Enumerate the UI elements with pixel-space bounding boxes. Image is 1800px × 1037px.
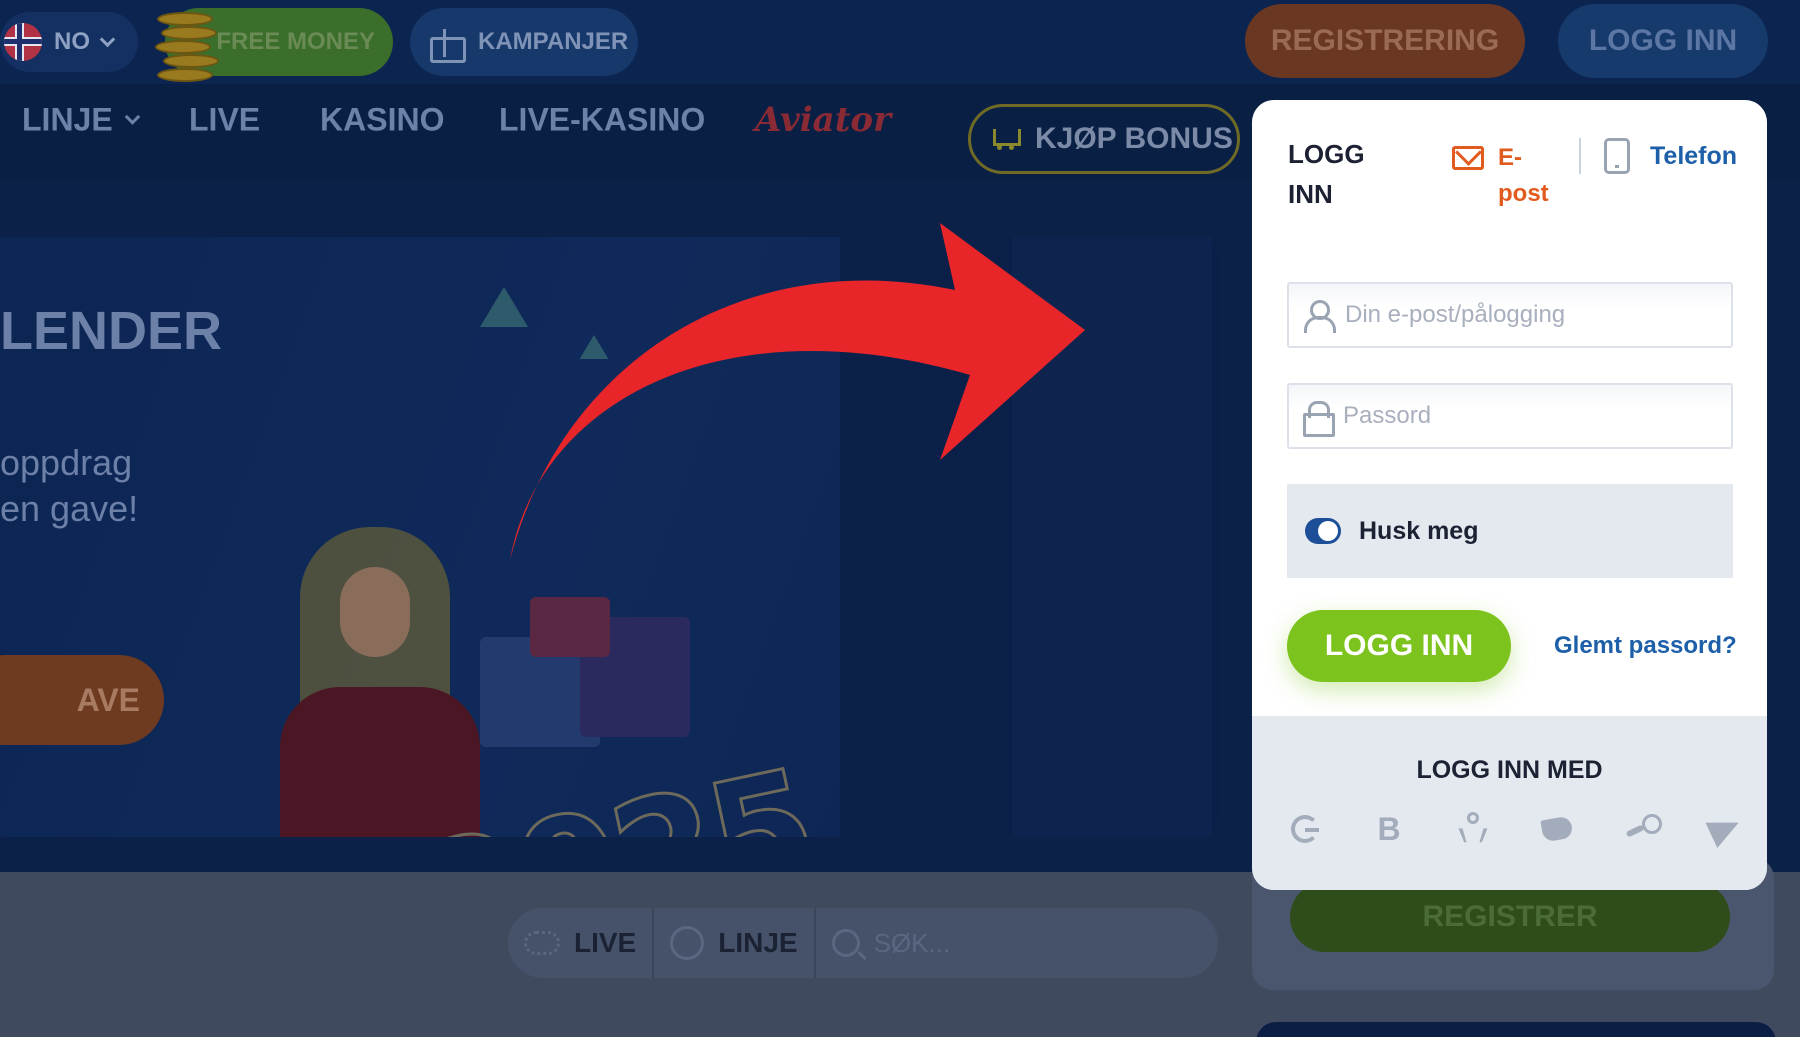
tab-phone[interactable]: Telefon — [1604, 138, 1737, 174]
banner-text: oppdrag en gave! — [0, 440, 138, 532]
register-button-bottom[interactable]: REGISTRER — [1290, 882, 1730, 952]
nav-item-casino[interactable]: KASINO — [320, 102, 444, 139]
banner-text-line: en gave! — [0, 488, 139, 529]
register-button-top[interactable]: REGISTRERING — [1245, 4, 1525, 78]
top-bar: NO FREE MONEY KAMPANJER REGISTRERING LOG… — [0, 0, 1800, 84]
filter-line-label: LINJE — [718, 927, 798, 958]
phone-icon — [1604, 138, 1630, 174]
coins-icon — [147, 2, 227, 88]
buy-bonus-button[interactable]: KJØP BONUS — [968, 104, 1240, 174]
free-money-button[interactable]: FREE MONEY — [155, 8, 393, 82]
tab-phone-label: Telefon — [1650, 141, 1738, 170]
tab-email[interactable]: E-post — [1452, 140, 1552, 212]
nav-item-aviator[interactable]: Aviator — [755, 100, 891, 140]
tab-email-label: E-post — [1498, 144, 1549, 207]
telegram-icon[interactable] — [1705, 809, 1745, 849]
free-money-label: FREE MONEY — [216, 28, 375, 55]
odnoklassniki-icon[interactable] — [1456, 812, 1490, 846]
twitter-icon[interactable] — [1540, 812, 1574, 846]
remember-me-row[interactable]: Husk meg — [1287, 484, 1733, 578]
login-submit-button[interactable]: LOGG INN — [1287, 610, 1511, 682]
mail-icon — [1452, 146, 1484, 170]
red-arrow-annotation — [510, 223, 1085, 560]
forgot-password-link[interactable]: Glemt passord? — [1554, 632, 1737, 660]
chevron-down-icon — [99, 31, 116, 47]
social-login-title: LOGG INN MED — [1416, 756, 1603, 784]
buy-bonus-label: KJØP BONUS — [1035, 122, 1233, 155]
login-title: LOGG INN — [1288, 139, 1365, 209]
banner-cta-button[interactable]: AVE — [0, 655, 164, 745]
filter-line[interactable]: LINJE — [652, 908, 813, 978]
language-code: NO — [54, 28, 90, 55]
password-field[interactable] — [1287, 383, 1733, 449]
campaigns-label: KAMPANJER — [478, 28, 629, 55]
nav-item-live[interactable]: LIVE — [189, 102, 260, 139]
banner-title: LENDER — [0, 301, 223, 361]
user-icon — [1303, 300, 1336, 333]
login-button-top[interactable]: LOGG INN — [1558, 4, 1768, 78]
language-selector[interactable]: NO — [0, 12, 138, 72]
bottom-panel — [1256, 1022, 1776, 1037]
filter-live[interactable]: LIVE — [508, 908, 652, 978]
email-field[interactable] — [1287, 282, 1733, 348]
filter-live-label: LIVE — [574, 927, 637, 958]
chevron-down-icon — [124, 109, 140, 125]
nav-item-line[interactable]: LINJE — [22, 101, 140, 139]
steam-icon[interactable] — [1624, 812, 1662, 846]
social-login-section: LOGG INN MED B — [1252, 716, 1767, 890]
remember-me-label: Husk meg — [1359, 516, 1479, 545]
gift-icon — [428, 25, 466, 63]
vk-icon[interactable]: B — [1372, 811, 1406, 847]
email-input[interactable] — [1345, 301, 1705, 329]
google-icon[interactable] — [1288, 812, 1322, 846]
login-modal: LOGG INN E-post Telefon Husk meg LOGG IN… — [1252, 100, 1767, 890]
remember-me-toggle[interactable] — [1305, 518, 1341, 544]
search-field[interactable]: SØK... — [813, 908, 967, 978]
norway-flag-icon — [4, 23, 42, 61]
nav-item-label: LINJE — [22, 101, 113, 138]
search-placeholder: SØK... — [873, 927, 951, 958]
cart-icon — [989, 125, 1021, 153]
lock-icon — [1303, 401, 1335, 437]
tab-divider — [1579, 138, 1581, 174]
football-icon — [670, 926, 705, 960]
broadcast-icon — [524, 931, 560, 955]
filter-bar: LIVE LINJE SØK... — [508, 908, 1218, 978]
password-input[interactable] — [1343, 402, 1703, 430]
banner-text-line: oppdrag — [0, 442, 133, 483]
search-icon — [831, 929, 860, 957]
campaigns-button[interactable]: KAMPANJER — [410, 8, 638, 76]
nav-item-live-casino[interactable]: LIVE-KASINO — [499, 102, 705, 139]
